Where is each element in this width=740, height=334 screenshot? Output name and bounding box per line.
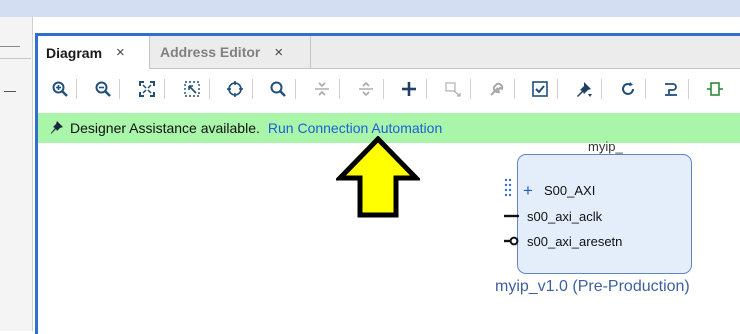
port-s00-axi[interactable]: S00_AXI — [544, 183, 595, 198]
collapse-icon — [312, 79, 332, 99]
add-ip-icon[interactable] — [399, 79, 419, 99]
yellow-up-arrow-icon — [336, 136, 420, 218]
toolbar-separator — [295, 79, 296, 99]
toolbar-separator — [119, 79, 120, 99]
toolbar-separator — [470, 79, 471, 99]
make-connection-icon — [443, 79, 463, 99]
expand-icon — [356, 79, 376, 99]
toolbar-separator — [164, 79, 165, 99]
tab-diagram[interactable]: Diagram × — [38, 36, 150, 69]
port-s00-axi-aresetn[interactable]: s00_axi_aresetn — [527, 234, 622, 249]
toolbar-separator — [383, 79, 384, 99]
toolbar-separator — [514, 79, 515, 99]
refresh-icon[interactable] — [618, 79, 638, 99]
toolbar-separator — [252, 79, 253, 99]
center-icon[interactable] — [225, 79, 245, 99]
interface-expand-icon[interactable]: + — [523, 181, 533, 201]
tab-bar: Diagram × Address Editor × — [38, 36, 740, 69]
left-panel-collapse-icon[interactable] — [4, 91, 16, 92]
interface-port-grip-icon[interactable] — [504, 178, 512, 197]
fit-view-icon[interactable] — [137, 79, 157, 99]
title-band — [0, 0, 740, 17]
toolbar-separator — [601, 79, 602, 99]
search-icon[interactable] — [268, 79, 288, 99]
toolbar-separator — [76, 79, 77, 99]
tab-diagram-close-icon[interactable]: × — [116, 44, 125, 61]
left-panel — [0, 17, 33, 331]
toolbar-separator — [688, 79, 689, 99]
toolbar-separator — [339, 79, 340, 99]
validate-icon[interactable] — [530, 79, 550, 99]
regenerate-layout-icon[interactable] — [661, 79, 681, 99]
toolbar-separator — [645, 79, 646, 99]
pin-icon[interactable] — [574, 79, 594, 99]
tab-diagram-label: Diagram — [46, 44, 103, 61]
diagram-toolbar — [38, 69, 740, 109]
toolbar-separator — [557, 79, 558, 99]
left-panel-divider — [0, 46, 20, 47]
zoom-area-icon[interactable] — [182, 79, 202, 99]
toolbar-separator — [209, 79, 210, 99]
ip-block-caption: myip_v1.0 (Pre-Production) — [495, 278, 690, 295]
wrench-icon — [487, 79, 507, 99]
block-title-fragment: myip_ — [588, 139, 623, 154]
diagram-editor: Diagram × Address Editor × Designer Assi… — [35, 33, 740, 334]
zoom-out-icon[interactable] — [93, 79, 113, 99]
port-s00-axi-aclk[interactable]: s00_axi_aclk — [527, 209, 602, 224]
ports-icon[interactable] — [705, 79, 725, 99]
banner-message: Designer Assistance available. — [70, 120, 260, 136]
tab-address-editor-close-icon[interactable]: × — [274, 44, 283, 61]
tab-address-editor-label: Address Editor — [160, 44, 261, 60]
pin-icon — [51, 121, 63, 134]
tab-address-editor[interactable]: Address Editor × — [151, 36, 311, 68]
run-connection-automation-link[interactable]: Run Connection Automation — [268, 120, 442, 136]
zoom-in-icon[interactable] — [50, 79, 70, 99]
reset-port-bubble — [509, 236, 519, 246]
toolbar-separator — [426, 79, 427, 99]
